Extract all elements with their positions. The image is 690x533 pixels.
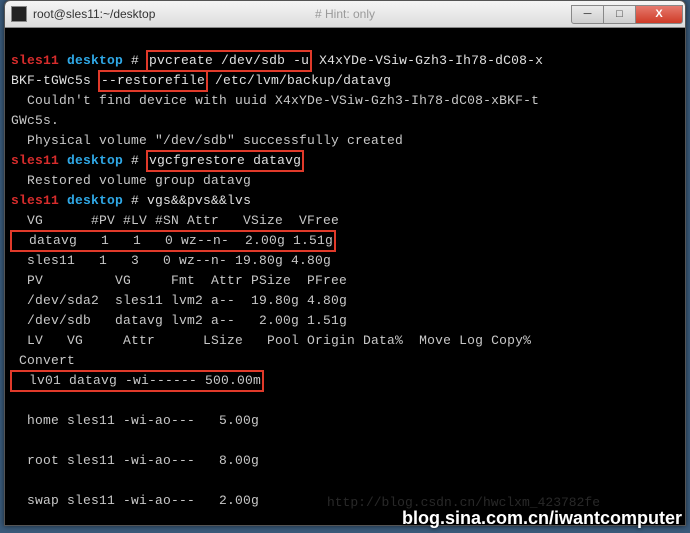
hl-lv01-row: lv01 datavg -wi------ 500.00m (10, 370, 264, 392)
prompt-symbol: # (123, 153, 147, 168)
titlebar[interactable]: root@sles11:~/desktop # Hint: only ─ □ X (5, 1, 685, 28)
minimize-button[interactable]: ─ (571, 5, 604, 24)
pvs-header: PV VG Fmt Attr PSize PFree (11, 273, 347, 288)
prompt-symbol: # (123, 193, 139, 208)
prompt-symbol: # (123, 53, 147, 68)
prompt-host: sles11 (11, 53, 59, 68)
prompt-path: desktop (59, 193, 123, 208)
cmd-cont2: /etc/lvm/backup/datavg (207, 73, 391, 88)
close-button[interactable]: X (635, 5, 683, 24)
terminal-window: root@sles11:~/desktop # Hint: only ─ □ X… (4, 0, 686, 526)
pvs-row: /dev/sdb datavg lvm2 a-- 2.00g 1.51g (11, 313, 347, 328)
cmd-tail: X4xYDe-VSiw-Gzh3-Ih78-dC08-x (311, 53, 543, 68)
prompt-path: desktop (59, 153, 123, 168)
prompt-host: sles11 (11, 153, 59, 168)
hl-pvcreate: pvcreate /dev/sdb -u (146, 50, 312, 72)
lvs-header: LV VG Attr LSize Pool Origin Data% Move … (11, 333, 531, 348)
output-line: Couldn't find device with uuid X4xYDe-VS… (11, 93, 539, 108)
hl-vgcfgrestore: vgcfgrestore datavg (146, 150, 304, 172)
hl-restorefile: --restorefile (98, 70, 208, 92)
cmd: vgs&&pvs&&lvs (139, 193, 251, 208)
cmd-cont: BKF-tGWc5s (11, 73, 99, 88)
output-line: Physical volume "/dev/sdb" successfully … (11, 133, 403, 148)
prompt-host: sles11 (11, 193, 59, 208)
lvs-row: home sles11 -wi-ao--- 5.00g (11, 413, 259, 428)
output-line: GWc5s. (11, 113, 59, 128)
lvs-header2: Convert (11, 353, 75, 368)
vgs-row: sles11 1 3 0 wz--n- 19.80g 4.80g (11, 253, 331, 268)
maximize-button[interactable]: □ (603, 5, 636, 24)
hl-datavg-row: datavg 1 1 0 wz--n- 2.00g 1.51g (10, 230, 336, 252)
window-title: root@sles11:~/desktop (33, 7, 572, 21)
pvs-row: /dev/sda2 sles11 lvm2 a-- 19.80g 4.80g (11, 293, 347, 308)
app-icon (11, 6, 27, 22)
title-hint: # Hint: only (315, 7, 375, 21)
prompt-path: desktop (59, 53, 123, 68)
vgs-header: VG #PV #LV #SN Attr VSize VFree (11, 213, 339, 228)
terminal-body[interactable]: sles11 desktop # pvcreate /dev/sdb -u X4… (5, 28, 685, 525)
output-line: Restored volume group datavg (11, 173, 251, 188)
window-buttons: ─ □ X (572, 5, 683, 24)
lvs-row: root sles11 -wi-ao--- 8.00g (11, 453, 259, 468)
lvs-row: swap sles11 -wi-ao--- 2.00g (11, 493, 259, 508)
